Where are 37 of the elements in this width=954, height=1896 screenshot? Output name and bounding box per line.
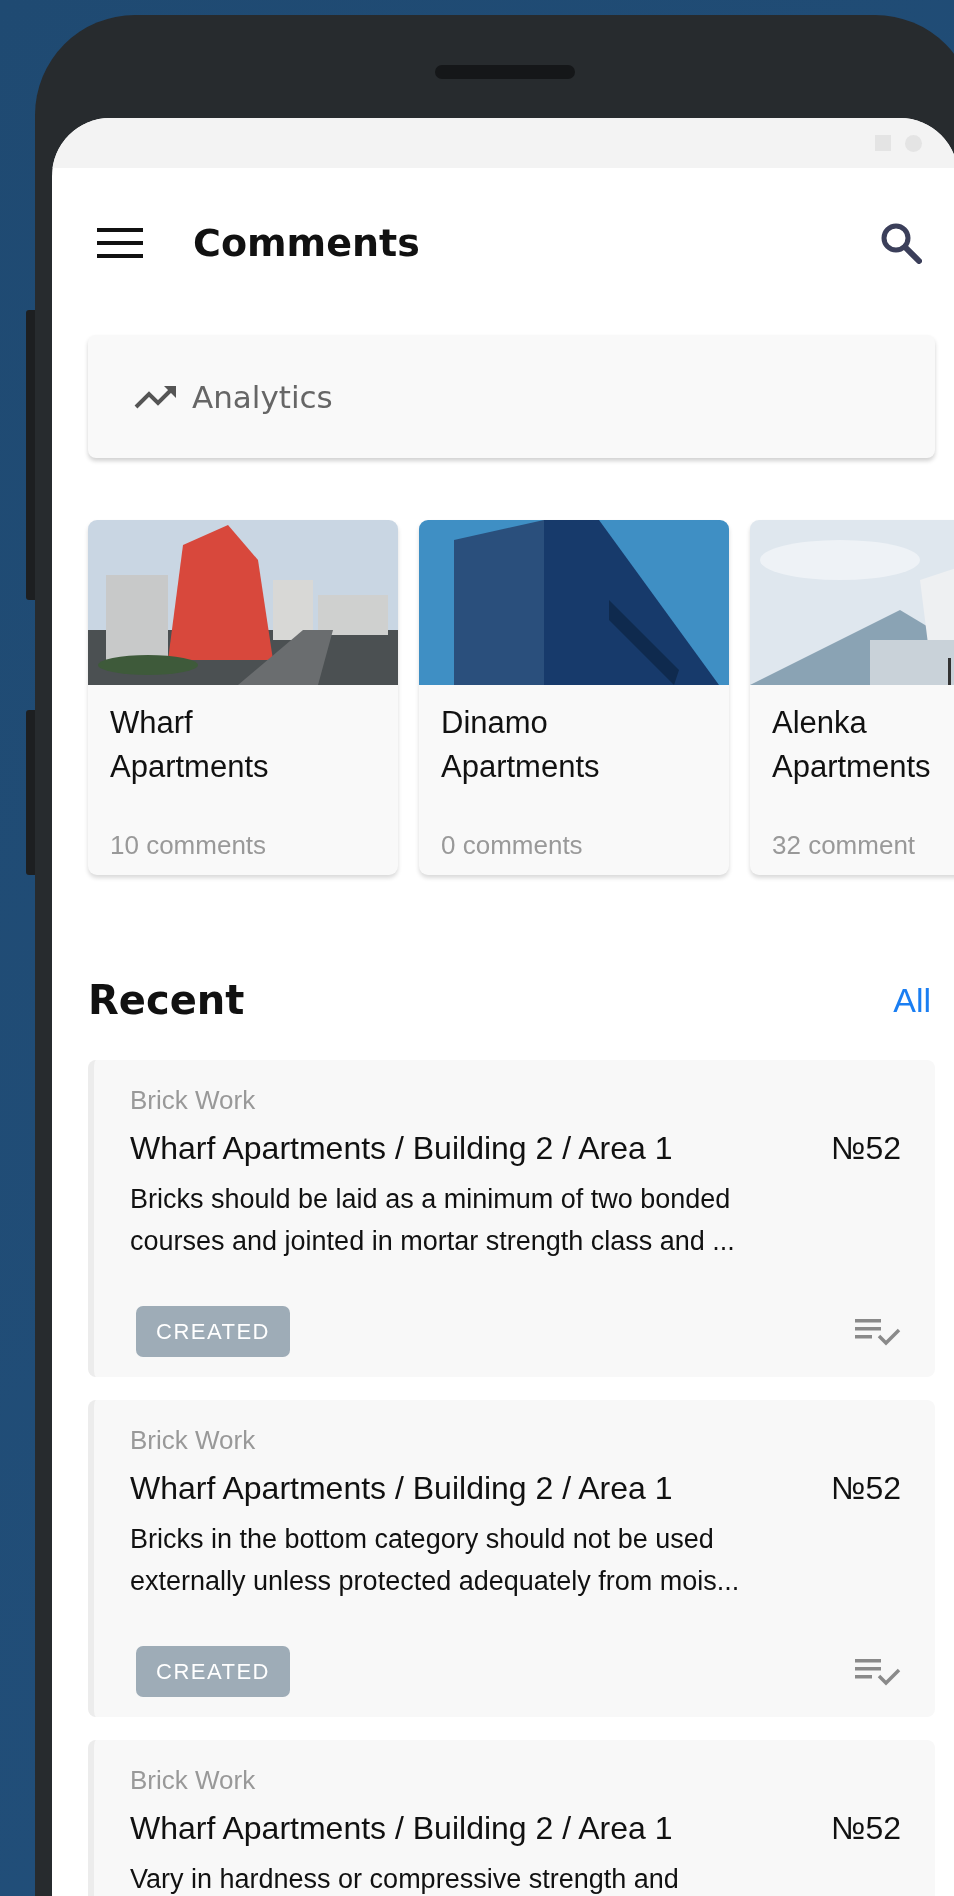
- comment-card[interactable]: Brick Work Wharf Apartments / Building 2 / Area 1 №52 Bricks in the bottom category should not be used externally unless protected adequately from mois... CREATED: [88, 1400, 935, 1717]
- status-badge: CREATED: [136, 1646, 290, 1697]
- comment-card[interactable]: Brick Work Wharf Apartments / Building 2 / Area 1 №52 Bricks should be laid as a minimum of two bonded courses and jointed in mortar strength class and ... CREATED: [88, 1060, 935, 1377]
- comment-text: Bricks in the bottom category should not be used externally unless protected adequately from mois...: [130, 1523, 741, 1598]
- project-card[interactable]: Dinamo Apartments 0 comments: [419, 520, 729, 875]
- comment-card[interactable]: Brick Work Wharf Apartments / Building 2 / Area 1 №52 Vary in hardness or compressive strength and: [88, 1740, 935, 1896]
- comment-count: 32 comment: [772, 830, 917, 861]
- comment-category: Brick Work: [130, 1084, 257, 1117]
- checklist-icon: [855, 1316, 901, 1347]
- comment-number: №52: [831, 1809, 901, 1847]
- comment-number: №52: [831, 1469, 901, 1507]
- trending-up-icon: [134, 383, 178, 410]
- comment-text: Vary in hardness or compressive strength and: [130, 1863, 680, 1896]
- comment-category: Brick Work: [130, 1424, 257, 1457]
- status-badge: CREATED: [136, 1306, 290, 1357]
- comment-text: Bricks should be laid as a minimum of two bonded courses and jointed in mortar strength class and ...: [130, 1183, 736, 1258]
- comment-number: №52: [831, 1129, 901, 1167]
- project-name: Dinamo Apartments: [441, 704, 601, 786]
- screen-title: Comments: [193, 221, 421, 265]
- menu-icon: [97, 227, 143, 259]
- comment-location: Wharf Apartments / Building 2 / Area 1: [130, 1129, 673, 1167]
- menu-button[interactable]: [97, 227, 143, 259]
- search-button[interactable]: [880, 222, 922, 264]
- section-title: Recent: [88, 977, 245, 1023]
- checklist-icon: [855, 1656, 901, 1687]
- comment-category: Brick Work: [130, 1764, 257, 1797]
- project-name: Alenka Apartments: [772, 704, 932, 786]
- project-card[interactable]: Wharf Apartments 10 comments: [88, 520, 398, 875]
- analytics-button[interactable]: Analytics: [88, 335, 935, 458]
- comment-location: Wharf Apartments / Building 2 / Area 1: [130, 1469, 673, 1507]
- project-name: Wharf Apartments: [110, 704, 270, 786]
- search-icon: [880, 222, 922, 264]
- all-link[interactable]: All: [893, 980, 931, 1020]
- comment-count: 10 comments: [110, 830, 268, 861]
- comment-count: 0 comments: [441, 830, 584, 861]
- comment-location: Wharf Apartments / Building 2 / Area 1: [130, 1809, 673, 1847]
- project-card[interactable]: Alenka Apartments 32 comment: [750, 520, 954, 875]
